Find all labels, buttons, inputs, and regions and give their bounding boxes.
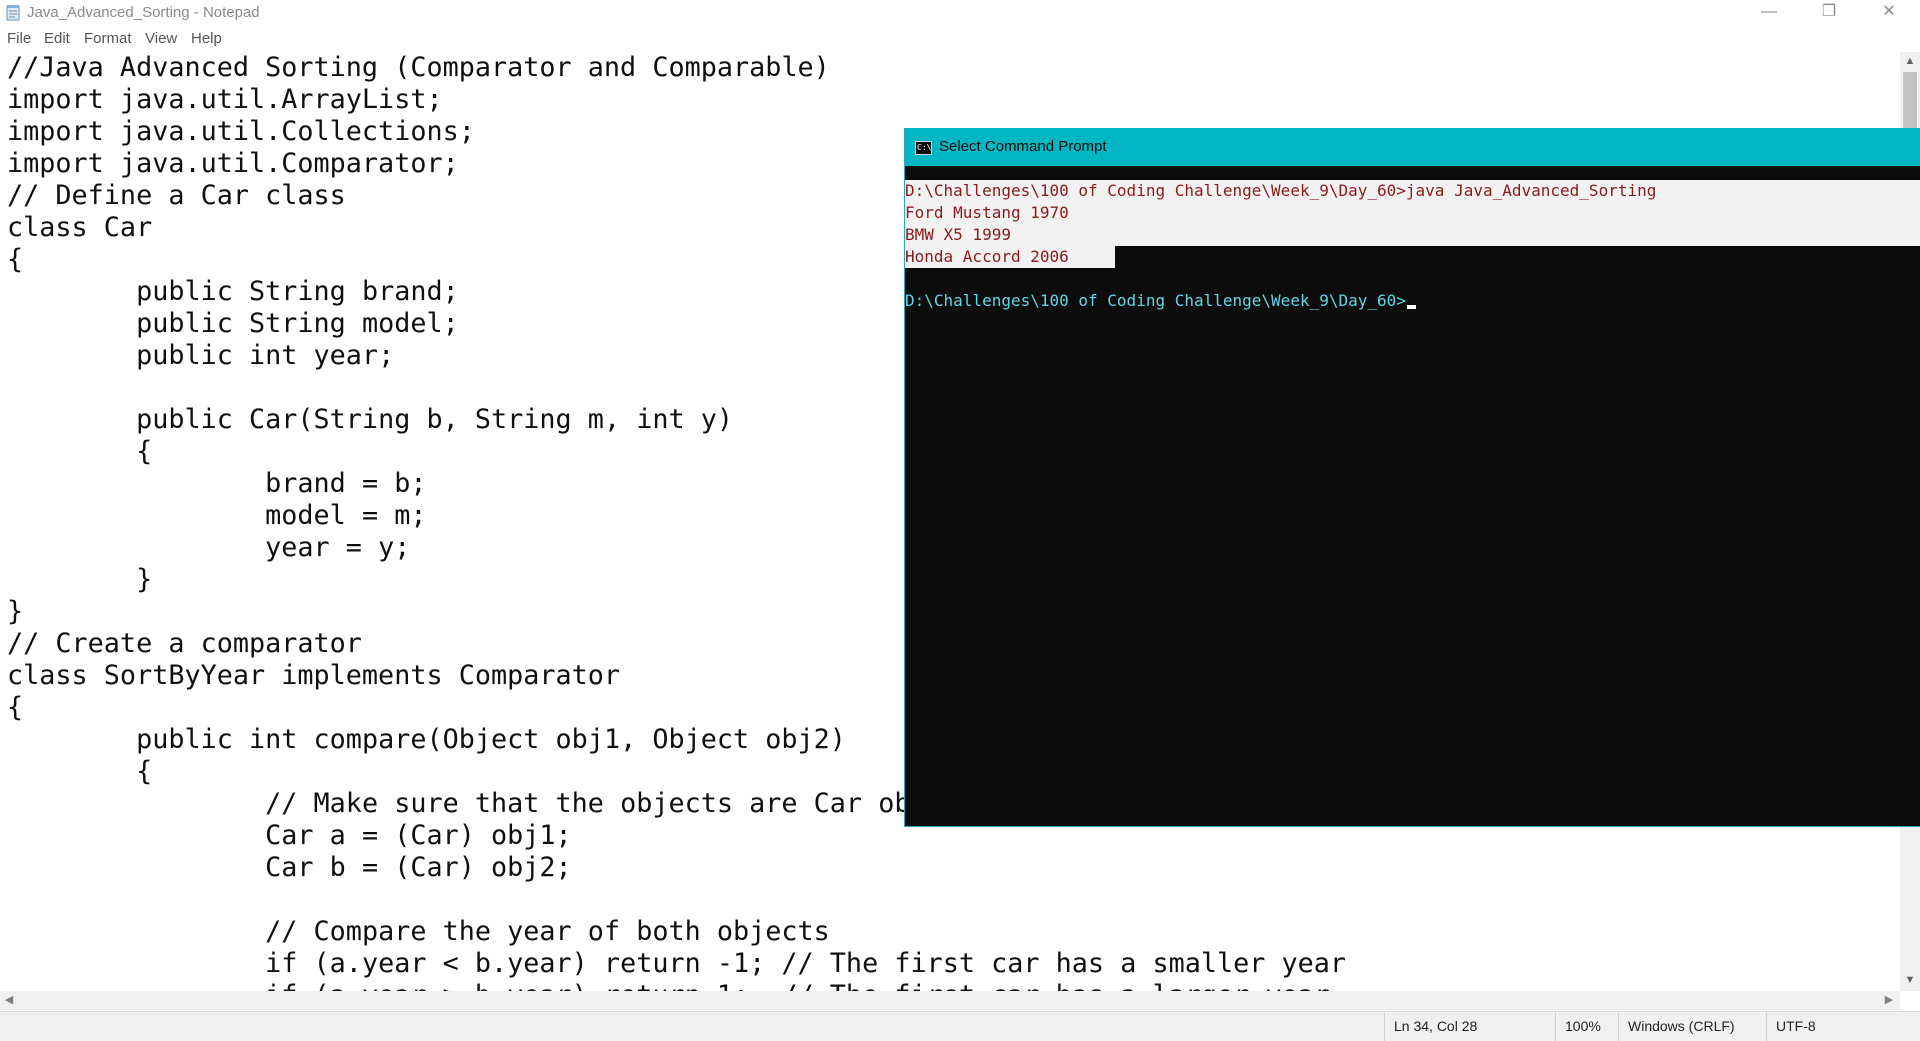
cmd-command-line: D:\Challenges\100 of Coding Challenge\We… (905, 180, 1920, 202)
menu-view[interactable]: View (145, 30, 177, 47)
cmd-output-line: BMW X5 1999 (905, 224, 1920, 246)
line-ending: Windows (CRLF) (1618, 1012, 1735, 1041)
menu-file[interactable]: File (7, 30, 31, 47)
scroll-down-icon[interactable]: ▼ (1900, 971, 1920, 989)
cmd-title: Select Command Prompt (939, 138, 1107, 155)
minimize-button[interactable]: — (1740, 0, 1798, 26)
notepad-titlebar[interactable]: Java_Advanced_Sorting - Notepad — ❐ ✕ (0, 0, 1920, 26)
restore-icon: ❐ (1821, 3, 1837, 20)
cmd-titlebar[interactable]: C:\ Select Command Prompt (905, 128, 1920, 166)
cmd-prompt-line[interactable]: D:\Challenges\100 of Coding Challenge\We… (905, 290, 1416, 312)
window-title: Java_Advanced_Sorting - Notepad (27, 4, 260, 21)
scroll-up-icon[interactable]: ▲ (1900, 52, 1920, 70)
scroll-left-icon[interactable]: ◀ (0, 991, 18, 1010)
cmd-output-line: Honda Accord 2006 (905, 246, 1115, 268)
menu-help[interactable]: Help (191, 30, 222, 47)
cmd-console[interactable]: D:\Challenges\100 of Coding Challenge\We… (905, 166, 1920, 826)
zoom-level: 100% (1555, 1012, 1601, 1041)
menu-format[interactable]: Format (84, 30, 132, 47)
cmd-output-line: Ford Mustang 1970 (905, 202, 1920, 224)
cmd-icon: C:\ (915, 141, 932, 155)
command-prompt-window[interactable]: C:\ Select Command Prompt D:\Challenges\… (904, 128, 1920, 827)
encoding: UTF-8 (1766, 1012, 1816, 1041)
menu-bar: File Edit Format View Help (0, 27, 1920, 53)
cursor-position: Ln 34, Col 28 (1384, 1012, 1477, 1041)
status-bar: Ln 34, Col 28 100% Windows (CRLF) UTF-8 (0, 1011, 1920, 1041)
restore-button[interactable]: ❐ (1800, 0, 1858, 26)
notepad-icon (6, 5, 20, 21)
scroll-right-icon[interactable]: ▶ (1880, 991, 1898, 1010)
menu-edit[interactable]: Edit (44, 30, 70, 47)
horizontal-scrollbar[interactable]: ◀ ▶ (0, 991, 1900, 1010)
close-button[interactable]: ✕ (1860, 0, 1918, 26)
minimize-icon: — (1761, 3, 1777, 20)
cmd-prompt-text: D:\Challenges\100 of Coding Challenge\We… (905, 291, 1406, 310)
scrollbar-thumb[interactable] (1903, 72, 1917, 128)
text-cursor (1406, 305, 1416, 309)
close-icon: ✕ (1882, 3, 1896, 20)
